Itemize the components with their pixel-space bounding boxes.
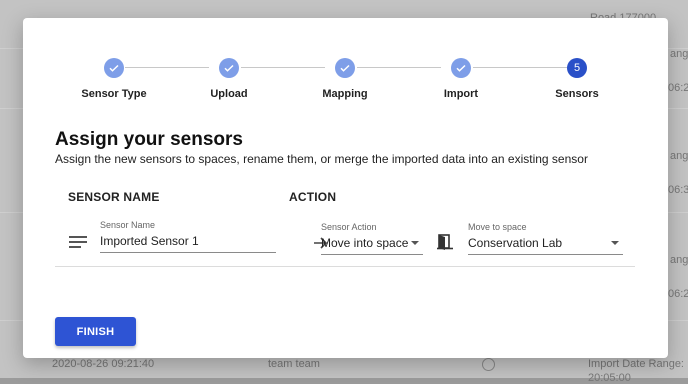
step-complete-circle	[335, 58, 355, 78]
sensor-action-label: Sensor Action	[321, 222, 377, 232]
step-label: Mapping	[322, 88, 368, 100]
sensor-action-select[interactable]: Sensor Action Move into space	[321, 222, 423, 255]
step-label: Upload	[210, 88, 248, 100]
step-complete-circle	[219, 58, 239, 78]
step-mapping: Mapping	[295, 58, 395, 100]
check-icon	[109, 64, 119, 72]
menu-icon	[69, 236, 87, 248]
step-complete-circle	[104, 58, 124, 78]
background-text: Import Date Range:	[588, 358, 684, 370]
step-sensor-type: Sensor Type	[64, 58, 164, 100]
background-text: 20:05:00	[588, 372, 631, 384]
step-complete-circle	[451, 58, 471, 78]
stepper: Sensor Type Upload Mapping Import 5 Sens…	[23, 58, 668, 108]
background-check-icon	[482, 358, 495, 371]
dialog-title: Assign your sensors	[55, 129, 243, 150]
background-text: 06:3	[668, 184, 688, 196]
sensor-row: Sensor Name Sensor Action Move into spac…	[55, 214, 635, 267]
column-header-sensor-name: SENSOR NAME	[68, 190, 160, 204]
background-text: ange:	[670, 48, 688, 60]
sensor-action-value: Move into space	[321, 236, 409, 250]
sensor-name-input[interactable]	[100, 234, 276, 248]
column-header-action: ACTION	[289, 190, 337, 204]
move-to-space-value: Conservation Lab	[468, 236, 563, 250]
door-icon	[437, 234, 453, 250]
step-sensors: 5 Sensors	[527, 58, 627, 100]
step-upload: Upload	[179, 58, 279, 100]
step-active-circle: 5	[567, 58, 587, 78]
step-import: Import	[411, 58, 511, 100]
sensor-name-field: Sensor Name	[100, 220, 276, 253]
background-text: 2020-08-26 09:21:40	[52, 358, 155, 370]
chevron-down-icon	[411, 241, 419, 245]
background-text: team team	[268, 358, 320, 370]
step-label: Sensors	[555, 88, 599, 100]
move-to-space-label: Move to space	[468, 222, 527, 232]
step-label: Sensor Type	[81, 88, 147, 100]
check-icon	[456, 64, 466, 72]
step-label: Import	[443, 88, 479, 100]
import-dialog: Sensor Type Upload Mapping Import 5 Sens…	[23, 18, 668, 358]
dialog-subtitle: Assign the new sensors to spaces, rename…	[55, 152, 588, 166]
sensor-name-label: Sensor Name	[100, 220, 156, 230]
background-text: 06:2	[668, 82, 688, 94]
background-text: 06:2	[668, 288, 688, 300]
check-icon	[340, 64, 350, 72]
move-to-space-select[interactable]: Move to space Conservation Lab	[468, 222, 623, 255]
chevron-down-icon	[611, 241, 619, 245]
background-text: ange:	[670, 254, 688, 266]
finish-button[interactable]: FINISH	[55, 317, 136, 346]
background-text: ange:	[670, 150, 688, 162]
check-icon	[224, 64, 234, 72]
